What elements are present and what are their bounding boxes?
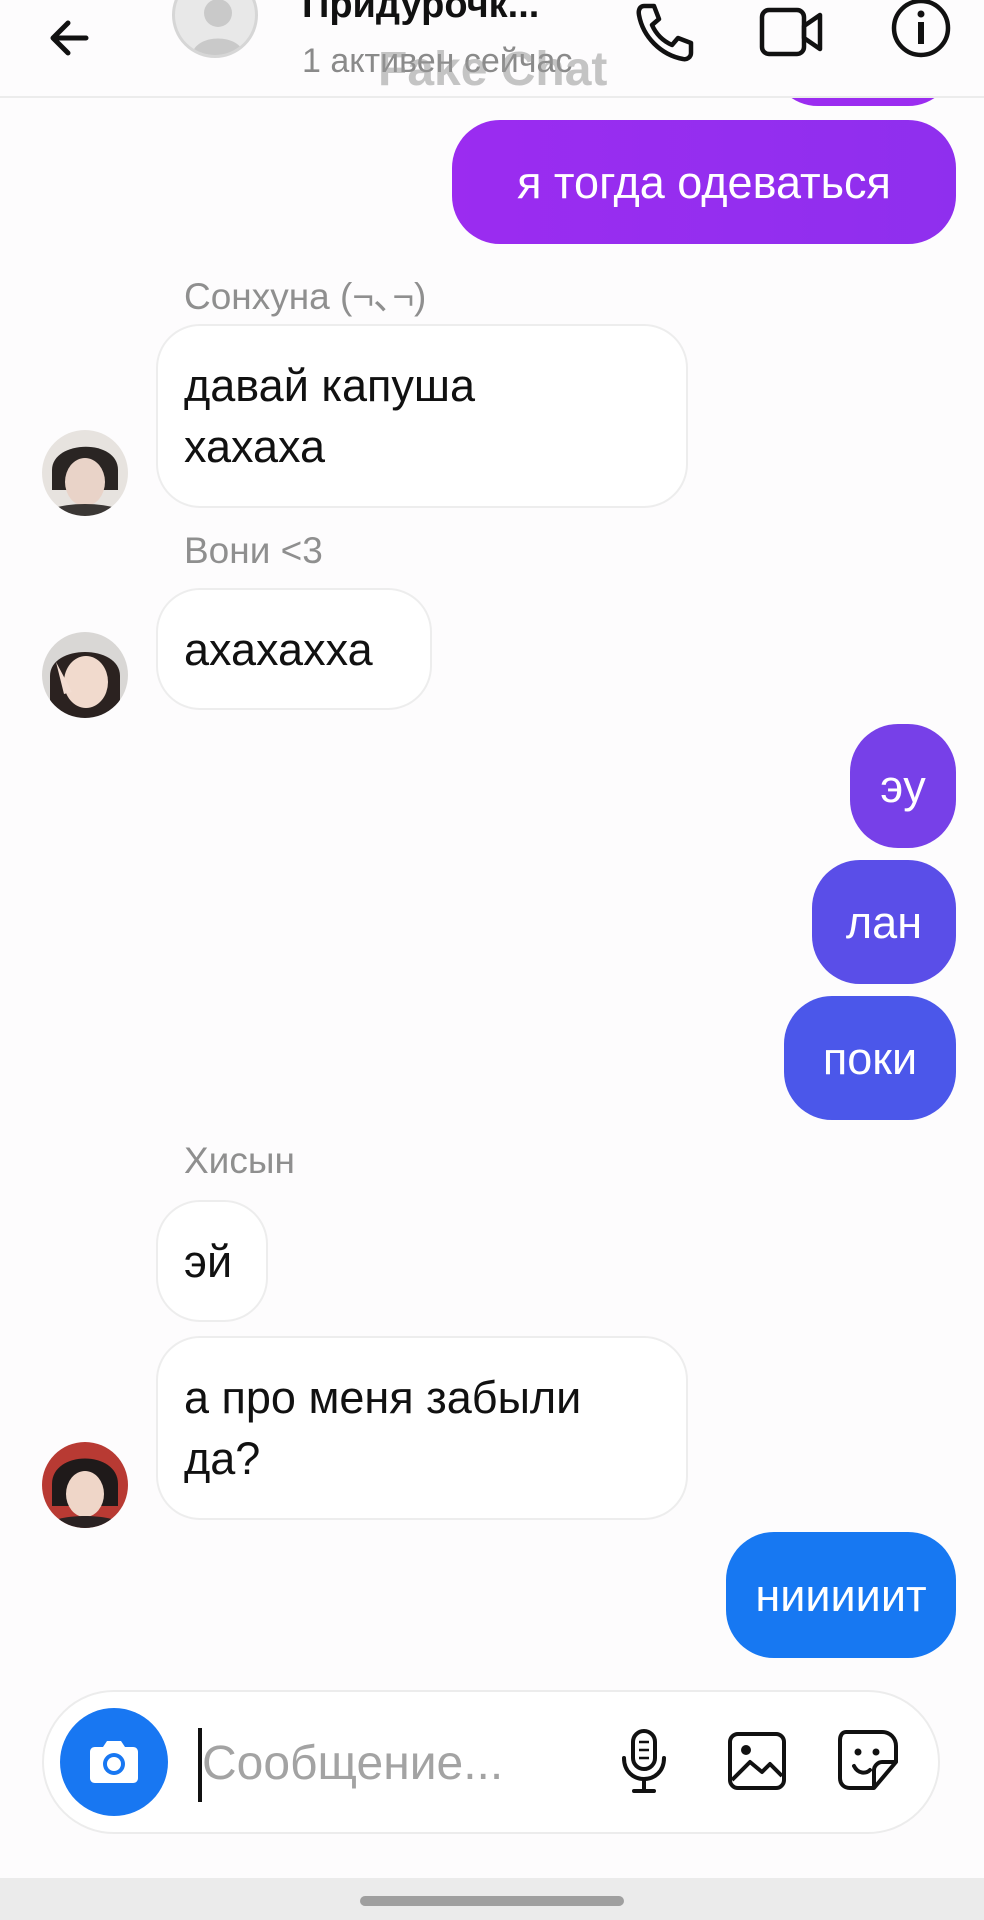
group-avatar[interactable] — [172, 0, 258, 58]
phone-icon[interactable] — [628, 0, 698, 64]
message-composer — [42, 1690, 940, 1834]
sender-name: Сонхуна (¬､¬) — [184, 276, 427, 317]
video-camera-icon[interactable] — [756, 0, 826, 64]
message-text: лан — [845, 896, 923, 948]
watermark: Fake Chat — [378, 43, 608, 96]
message-bubble-incoming[interactable]: а про меня забыли да? — [156, 1336, 688, 1520]
home-indicator[interactable] — [360, 1896, 624, 1906]
camera-button[interactable] — [60, 1708, 168, 1816]
camera-icon — [90, 1741, 138, 1783]
message-bubble-outgoing[interactable]: поки — [784, 996, 956, 1120]
avatar-sunghoon[interactable] — [42, 430, 128, 516]
microphone-icon[interactable] — [612, 1728, 678, 1794]
message-bubble-outgoing[interactable]: нииииит — [726, 1532, 956, 1658]
sender-name: Хисын — [184, 1140, 295, 1181]
message-line: эй — [184, 1235, 233, 1287]
message-line: давай капуша — [184, 360, 476, 411]
message-input[interactable] — [202, 1720, 542, 1806]
message-text: эу — [880, 760, 926, 812]
sender-name: Вони <3 — [184, 530, 323, 571]
message-bubble-incoming[interactable]: давай капуша хахаха — [156, 324, 688, 508]
message-list[interactable]: я тогда одеваться Сонхуна (¬､¬) давай ка… — [0, 0, 984, 1658]
message-bubble-outgoing[interactable]: я тогда одеваться — [452, 120, 956, 244]
message-bubble-outgoing[interactable]: лан — [812, 860, 956, 984]
sticker-icon[interactable] — [836, 1728, 902, 1794]
avatar-wonyoung[interactable] — [42, 632, 128, 718]
message-line: а про меня забыли — [184, 1372, 582, 1423]
chat-title[interactable]: Придурочк... — [302, 0, 539, 27]
system-nav-bar — [0, 1878, 984, 1920]
message-text: поки — [822, 1032, 918, 1084]
message-bubble-outgoing[interactable]: эу — [850, 724, 956, 848]
avatar-heeseung[interactable] — [42, 1442, 128, 1528]
message-bubble-incoming[interactable]: эй — [156, 1200, 268, 1322]
info-icon[interactable] — [886, 0, 956, 64]
message-line: да? — [184, 1433, 261, 1484]
person-icon — [192, 0, 244, 55]
message-bubble-incoming[interactable]: ахахахха — [156, 588, 432, 710]
message-text: я тогда одеваться — [517, 156, 891, 208]
gallery-icon[interactable] — [724, 1728, 790, 1794]
chat-header: Придурочк... 1 активен сейчас Fake Chat — [0, 0, 984, 98]
message-line: хахаха — [184, 421, 326, 472]
back-arrow-icon[interactable] — [42, 10, 98, 66]
message-text: нииииит — [755, 1569, 927, 1621]
message-line: ахахахха — [184, 623, 373, 675]
